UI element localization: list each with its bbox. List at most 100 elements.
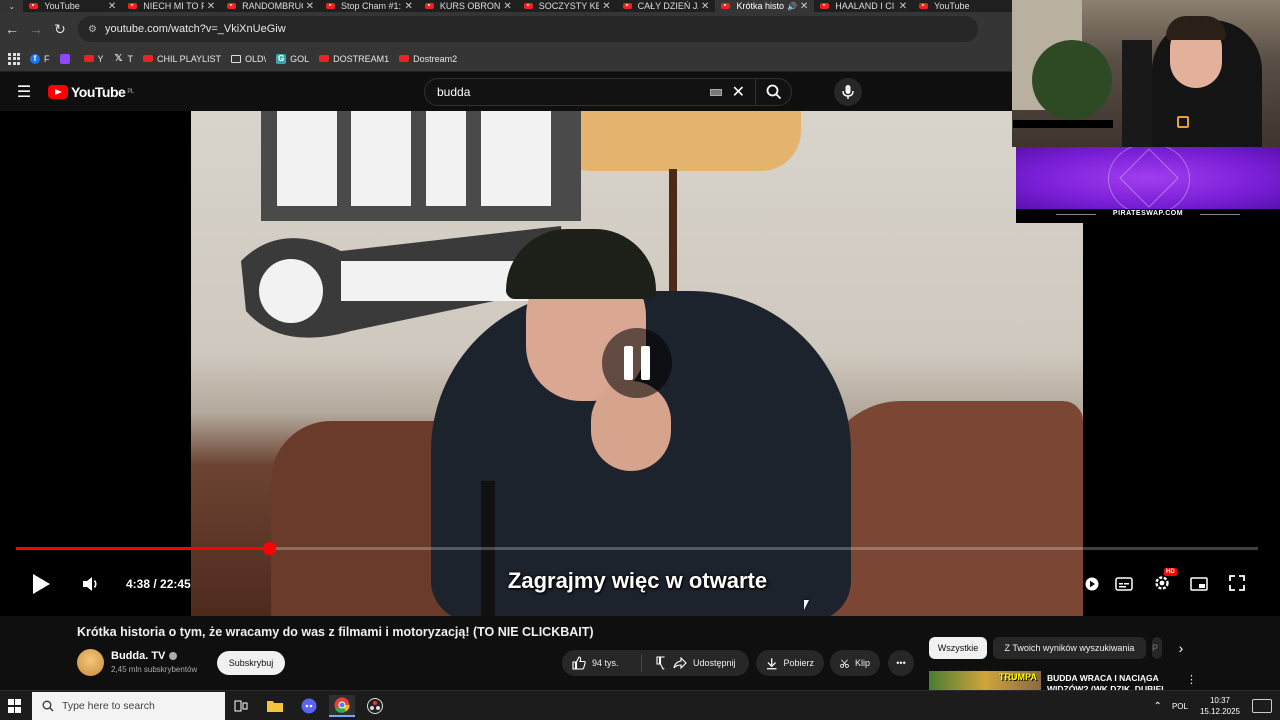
more-vertical-icon[interactable]: ⋮: [1186, 673, 1197, 686]
autoplay-toggle[interactable]: [1082, 574, 1102, 594]
progress-bar[interactable]: [16, 542, 1258, 555]
share-label: Udostępnij: [693, 658, 736, 668]
bookmark-label: Y: [97, 53, 104, 64]
browser-tab-active[interactable]: Krótka histo 🔊 ✕: [715, 0, 815, 12]
bookmark-item[interactable]: Dostream2: [399, 54, 457, 64]
search-box[interactable]: budda ✕: [424, 78, 792, 106]
bookmark-item[interactable]: DOSTREAM1: [319, 54, 389, 64]
clock[interactable]: 10:37 15.12.2025: [1200, 695, 1240, 717]
tab-close-icon[interactable]: ✕: [800, 1, 808, 12]
thumbnail-text: TRUMPA: [999, 672, 1037, 682]
search-input[interactable]: budda: [437, 85, 710, 99]
bookmark-label: Dostream2: [413, 53, 458, 64]
play-button[interactable]: [28, 571, 54, 597]
clip-button[interactable]: Klip: [830, 650, 880, 676]
share-icon: [673, 657, 687, 669]
input-language[interactable]: POL: [1172, 702, 1188, 711]
browser-tab[interactable]: YouTube ✕: [23, 0, 122, 12]
browser-tab[interactable]: NIECH MI TO P ✕: [122, 0, 221, 12]
task-view-icon[interactable]: [228, 695, 254, 717]
browser-tab[interactable]: RANDOMBRUC ✕: [221, 0, 320, 12]
forward-arrow-icon[interactable]: →: [24, 21, 48, 37]
subscribe-button[interactable]: Subskrybuj: [217, 651, 285, 675]
chip-from-search[interactable]: Z Twoich wyników wyszukiwania: [993, 637, 1146, 659]
site-info-icon[interactable]: ⚙: [88, 24, 97, 35]
bookmark-item[interactable]: Y: [83, 53, 104, 64]
tab-title: Stop Cham #1:: [341, 1, 402, 11]
autoplay-icon: [1085, 577, 1099, 591]
bookmark-item[interactable]: fF: [30, 53, 50, 64]
bookmark-item[interactable]: 𝕏T: [114, 53, 134, 64]
chevron-up-icon[interactable]: ⌃: [1154, 701, 1162, 712]
tab-title: NIECH MI TO P: [143, 1, 204, 11]
miniplayer-button[interactable]: [1189, 574, 1209, 594]
voice-search-icon[interactable]: [834, 78, 862, 106]
share-button[interactable]: Udostępnij: [663, 650, 749, 676]
menu-icon[interactable]: ☰: [0, 82, 48, 102]
more-actions-button[interactable]: •••: [888, 650, 914, 676]
tab-close-icon[interactable]: ✕: [602, 1, 610, 12]
bookmark-item[interactable]: [59, 53, 74, 64]
youtube-logo[interactable]: YouTube PL: [48, 84, 134, 100]
like-button[interactable]: 94 tys.: [562, 654, 642, 672]
apps-grid-icon[interactable]: [8, 52, 20, 65]
tab-close-icon[interactable]: ✕: [503, 1, 511, 12]
browser-tab[interactable]: HAALAND I CI ✕: [814, 0, 913, 12]
url-bar[interactable]: ⚙ youtube.com/watch?v=_VkiXnUeGiw: [78, 16, 978, 42]
tab-close-icon[interactable]: ✕: [207, 1, 215, 12]
pause-indicator-icon[interactable]: [602, 328, 672, 398]
clear-search-icon[interactable]: ✕: [732, 82, 745, 102]
chrome-icon[interactable]: [329, 695, 355, 717]
subtitles-button[interactable]: [1114, 574, 1134, 594]
download-icon: [766, 657, 777, 669]
volume-button[interactable]: [80, 573, 102, 595]
chair: [1122, 40, 1152, 147]
browser-tab[interactable]: YouTube: [913, 0, 1012, 12]
tab-title: SOCZYSTY KEB: [538, 1, 600, 11]
chip-partial[interactable]: P: [1152, 637, 1162, 659]
chevron-right-icon[interactable]: ›: [1172, 640, 1190, 658]
system-tray: ⌃ POL 10:37 15.12.2025: [1154, 691, 1280, 720]
tab-close-icon[interactable]: ✕: [306, 1, 314, 12]
taskbar-search[interactable]: Type here to search: [32, 692, 225, 720]
search-icon[interactable]: [755, 79, 791, 105]
speaker-icon[interactable]: 🔊: [787, 2, 797, 11]
download-button[interactable]: Pobierz: [756, 650, 824, 676]
tab-title: HAALAND I CI: [835, 1, 895, 11]
channel-name[interactable]: Budda. TV: [111, 650, 178, 662]
browser-tab[interactable]: KURS OBRONI ✕: [419, 0, 518, 12]
tab-close-icon[interactable]: ✕: [701, 1, 709, 12]
fullscreen-icon: [1229, 575, 1245, 591]
browser-tab[interactable]: Stop Cham #1: ✕: [320, 0, 419, 12]
obs-icon[interactable]: [362, 695, 388, 717]
bookmark-label: CHIL PLAYLIST: [157, 53, 222, 64]
back-arrow-icon[interactable]: ←: [0, 21, 24, 37]
notification-icon[interactable]: [1252, 699, 1272, 713]
tab-close-icon[interactable]: ✕: [108, 1, 116, 12]
tab-title: CAŁY DZIEŃ JA: [637, 1, 699, 11]
verified-icon: [169, 652, 178, 661]
tab-close-icon[interactable]: ✕: [404, 1, 412, 12]
youtube-favicon-icon: [820, 3, 830, 9]
keyboard-icon[interactable]: [709, 88, 722, 96]
reload-icon[interactable]: ↻: [48, 21, 72, 38]
chip-all[interactable]: Wszystkie: [929, 637, 987, 659]
browser-tab[interactable]: CAŁY DZIEŃ JA ✕: [617, 0, 716, 12]
file-explorer-icon[interactable]: [262, 695, 288, 717]
channel-avatar[interactable]: [77, 649, 104, 676]
fullscreen-button[interactable]: [1228, 574, 1246, 592]
discord-icon[interactable]: [296, 695, 322, 717]
subtitle-caption: Zagrajmy więc w otwarte: [507, 568, 768, 593]
clock-time: 10:37: [1209, 696, 1230, 705]
mouse-cursor-icon: [804, 600, 809, 610]
windows-start-icon[interactable]: [8, 699, 22, 713]
tab-close-icon[interactable]: ✕: [899, 1, 907, 12]
youtube-favicon-icon: [227, 3, 237, 9]
bookmark-folder[interactable]: OLD\: [231, 54, 266, 64]
bookmark-item[interactable]: CHIL PLAYLIST: [143, 54, 221, 64]
youtube-favicon-icon: [919, 3, 929, 9]
bookmark-item[interactable]: G GOL: [276, 53, 309, 64]
tab-search-button[interactable]: ⌄: [0, 0, 24, 12]
bookmark-label: T: [127, 53, 134, 64]
browser-tab[interactable]: SOCZYSTY KEB✕: [518, 0, 617, 12]
